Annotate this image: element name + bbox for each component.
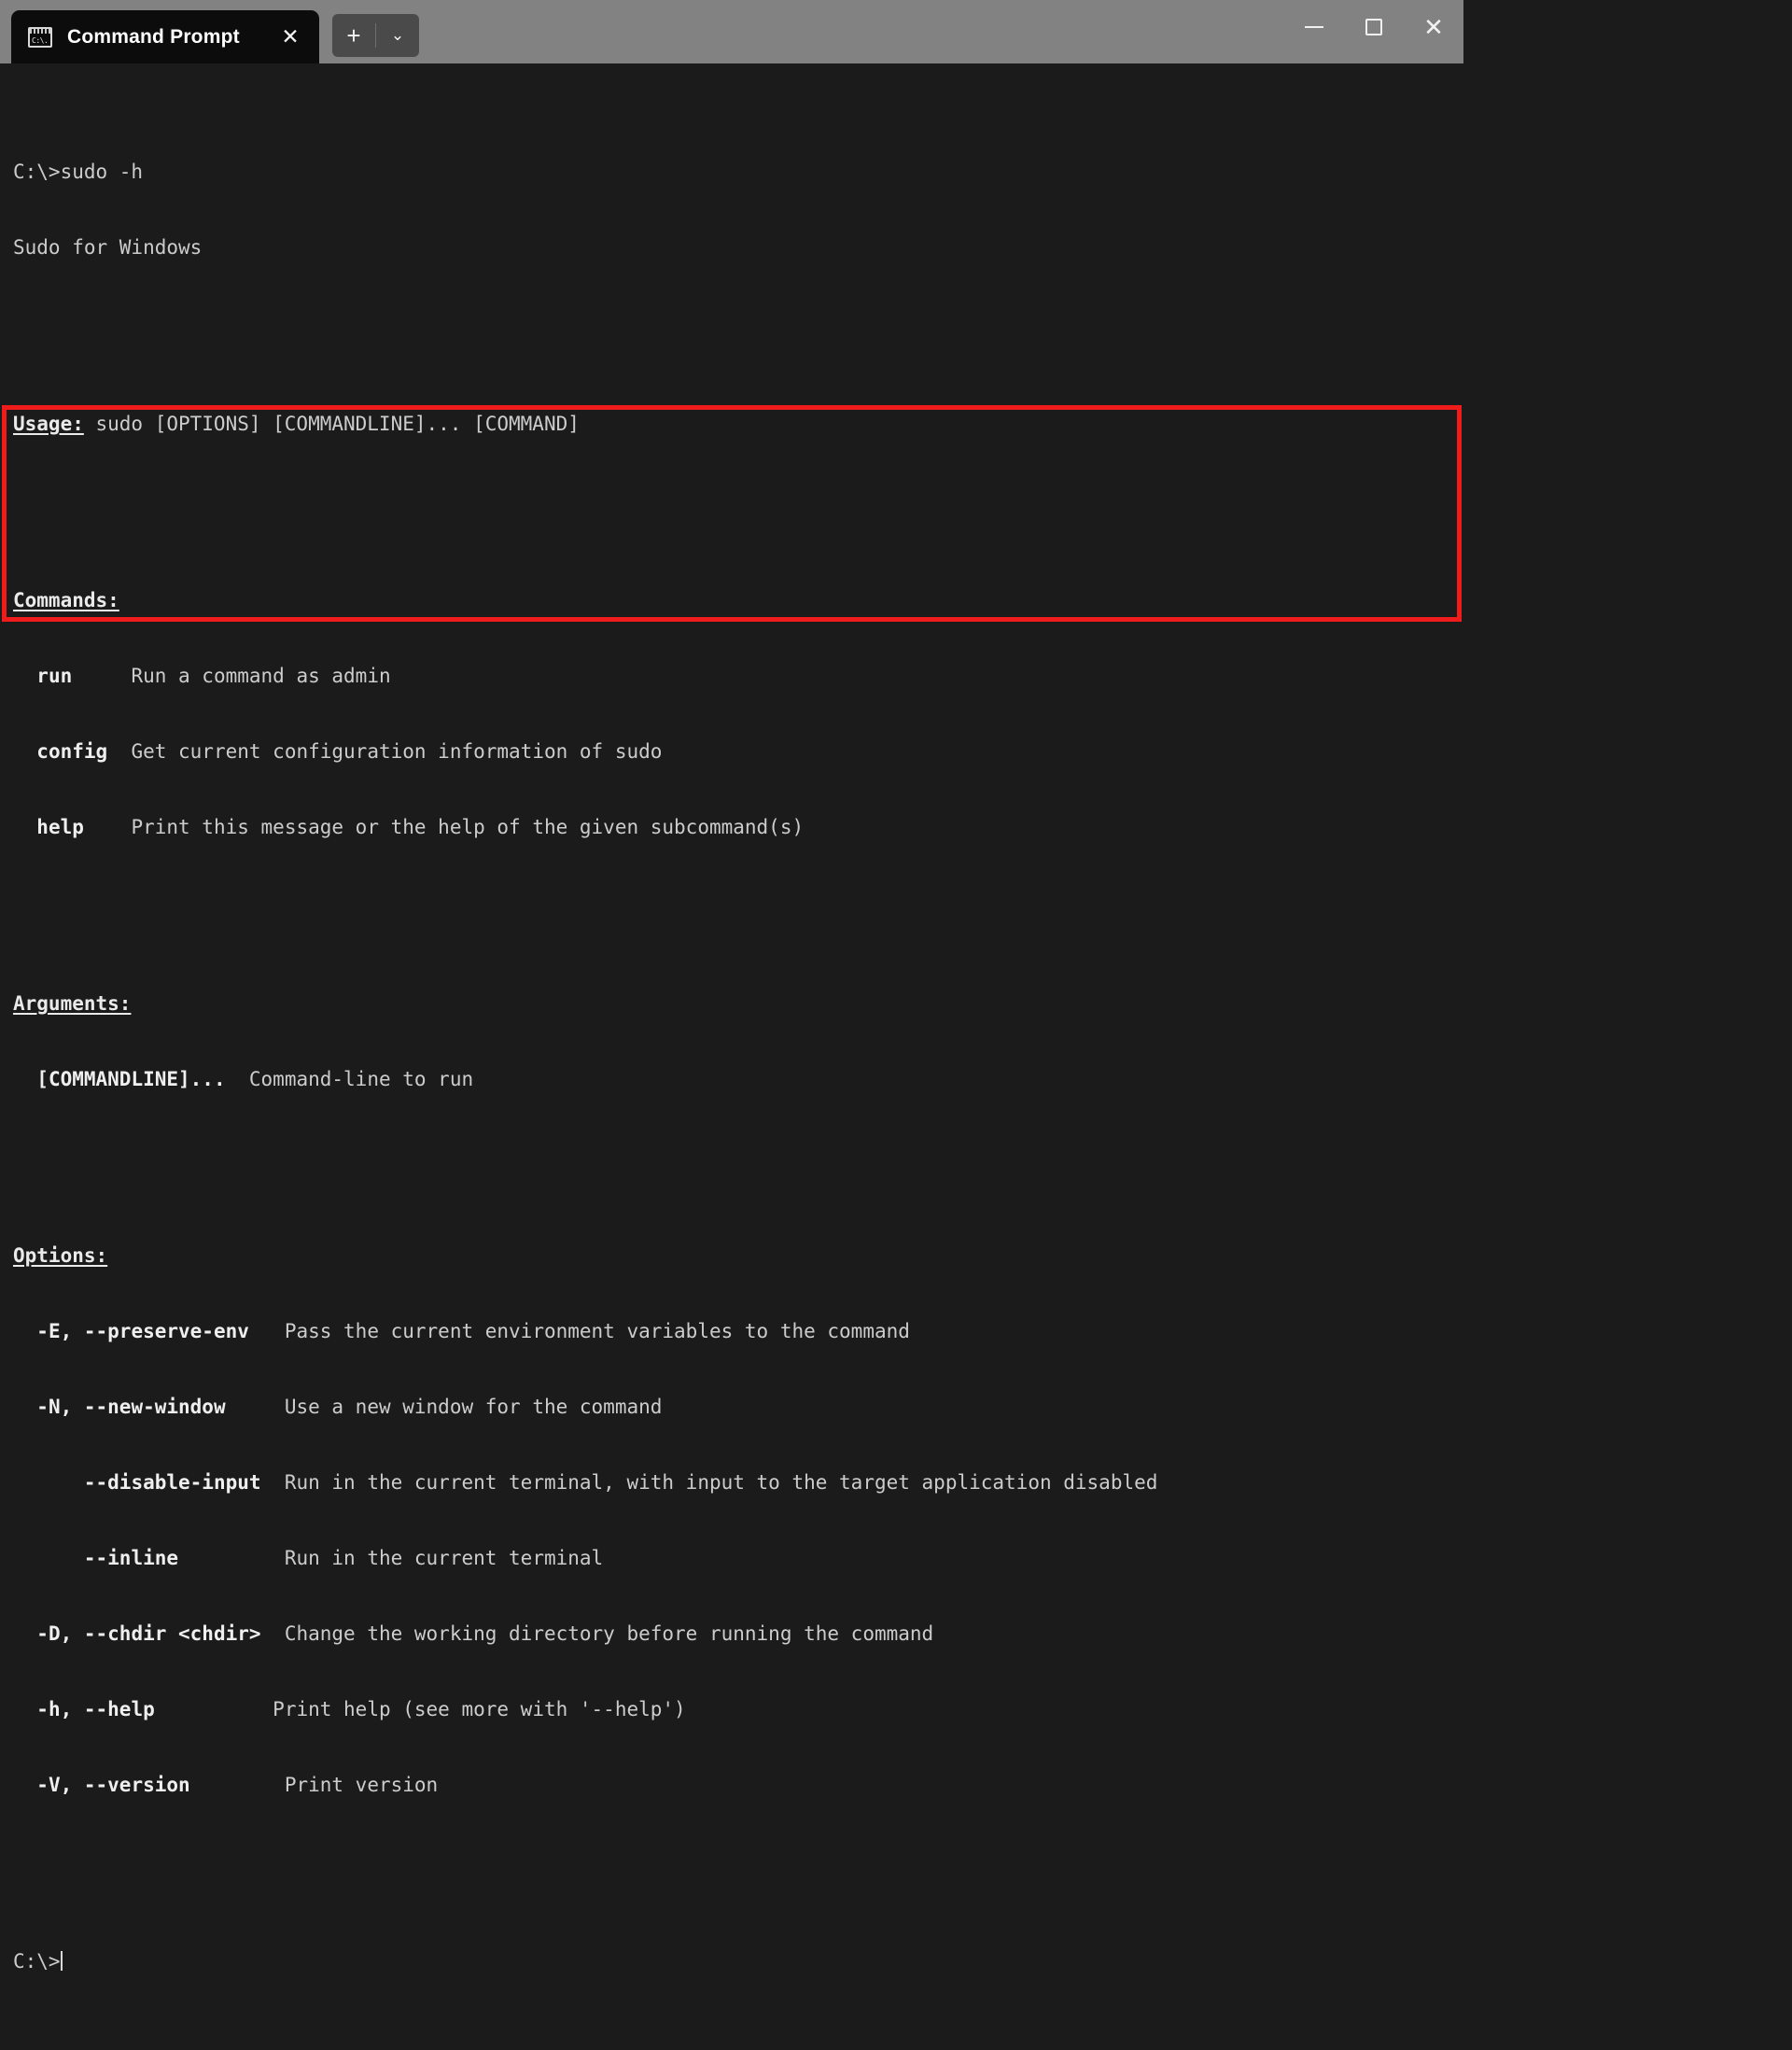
usage-text: sudo [OPTIONS] [COMMANDLINE]... [COMMAND… [83,413,580,435]
command-row: help Print this message or the help of t… [13,815,1463,840]
option-flag: -N, --new-window [36,1396,226,1418]
argument-desc: Command-line to run [248,1068,474,1090]
option-row: --inline Run in the current terminal [13,1546,1463,1571]
option-pad [178,1547,285,1569]
option-pad [261,1622,285,1645]
command-row: config Get current configuration informa… [13,739,1463,765]
terminal-window: C:\. Command Prompt ✕ + ⌄ ✕ C:\>sudo -h … [0,0,1463,1973]
arguments-label: Arguments: [13,992,132,1015]
close-window-button[interactable]: ✕ [1404,0,1463,54]
program-title-line: Sudo for Windows [13,236,203,259]
option-desc: Print version [284,1774,439,1796]
option-desc: Run in the current terminal, with input … [284,1471,1158,1494]
option-flag: --inline [36,1547,179,1569]
option-desc: Change the working directory before runn… [284,1622,934,1645]
minimize-icon [1305,26,1323,28]
text-cursor [60,1951,63,1971]
commands-heading: Commands: [13,588,1463,613]
minimize-button[interactable] [1284,0,1344,54]
option-flag: -h, --help [36,1698,155,1720]
command-desc: Get current configuration information of… [131,740,663,763]
command-name: config [36,740,108,763]
option-desc: Use a new window for the command [284,1396,663,1418]
command-desc: Print this message or the help of the gi… [131,816,805,838]
command-prompt-icon: C:\. [28,26,52,48]
tab-strip: C:\. Command Prompt ✕ + ⌄ [0,0,419,63]
option-flag: -E, --preserve-env [36,1320,249,1342]
option-flag: -D, --chdir <chdir> [36,1622,261,1645]
option-desc: Print help (see more with '--help') [273,1698,686,1720]
new-tab-group: + ⌄ [332,14,419,57]
new-tab-icon[interactable]: + [332,14,375,57]
maximize-icon [1365,19,1382,35]
command-name: run [36,665,73,687]
command-row: run Run a command as admin [13,664,1463,689]
options-label: Options: [13,1244,108,1267]
option-row: -V, --version Print version [13,1773,1463,1798]
option-row: -D, --chdir <chdir> Change the working d… [13,1622,1463,1647]
option-pad [226,1396,285,1418]
option-pad [261,1471,285,1494]
argument-pad [226,1068,249,1090]
chevron-down-icon[interactable]: ⌄ [376,14,419,57]
command-pad [72,665,131,687]
command-pad [107,740,131,763]
terminal-output[interactable]: C:\>sudo -h Sudo for Windows Usage: sudo… [0,63,1463,1973]
option-desc: Pass the current environment variables t… [284,1320,910,1342]
close-icon: ✕ [1423,13,1444,41]
title-bar[interactable]: C:\. Command Prompt ✕ + ⌄ ✕ [0,0,1463,63]
option-flag: -V, --version [36,1774,190,1796]
option-pad [249,1320,285,1342]
usage-line: Usage: sudo [OPTIONS] [COMMANDLINE]... [… [13,412,1463,437]
command-name: help [36,816,84,838]
command-desc: Run a command as admin [131,665,391,687]
option-row: --disable-input Run in the current termi… [13,1470,1463,1495]
option-desc: Run in the current terminal [284,1547,604,1569]
final-prompt-line: C:\> [13,1949,1463,1974]
option-pad [155,1698,273,1720]
command-pad [84,816,132,838]
argument-name: [COMMANDLINE]... [36,1068,226,1090]
tab-title: Command Prompt [67,25,240,48]
prompt-command-line: C:\>sudo -h [13,161,144,183]
command-prompt-icon-label: C:\. [32,35,49,45]
options-heading: Options: [13,1243,1463,1269]
option-flag: --disable-input [36,1471,261,1494]
window-controls: ✕ [1284,0,1463,54]
option-row: -E, --preserve-env Pass the current envi… [13,1319,1463,1344]
option-pad [190,1774,285,1796]
maximize-button[interactable] [1344,0,1404,54]
arguments-heading: Arguments: [13,991,1463,1017]
final-prompt-text: C:\> [13,1950,61,1973]
option-row: -N, --new-window Use a new window for th… [13,1395,1463,1420]
argument-row: [COMMANDLINE]... Command-line to run [13,1067,1463,1092]
tab-command-prompt[interactable]: C:\. Command Prompt ✕ [11,10,319,63]
commands-label: Commands: [13,589,119,611]
option-row: -h, --help Print help (see more with '--… [13,1697,1463,1722]
usage-label: Usage: [13,413,84,435]
close-tab-icon[interactable]: ✕ [273,20,308,55]
